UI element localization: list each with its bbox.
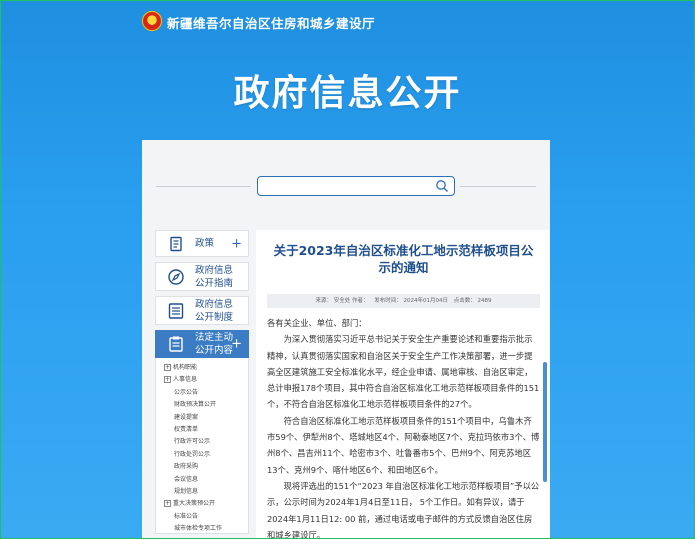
main-panel: 政策 + 政府信息 公开指南 政府信息 公开制度 法定主动 公开内容 + + 机构… xyxy=(142,140,550,539)
tree-item[interactable]: + 机构职能 xyxy=(164,362,248,374)
sidebar-item-guide[interactable]: 政府信息 公开指南 xyxy=(155,262,249,291)
compass-icon xyxy=(163,264,189,290)
divider-left xyxy=(156,186,251,187)
tree-item-label: 行政许可公示 xyxy=(174,438,211,446)
paragraph: 为深入贯彻落实习近平总书记关于安全生产重要论述和重要指示批示精神，认真贯彻落实国… xyxy=(267,334,540,410)
tree-item[interactable]: 权责清单 xyxy=(164,424,248,436)
tree-item[interactable]: 政府采购 xyxy=(164,461,248,473)
sidebar-item-label: 法定主动 公开内容 xyxy=(195,332,234,356)
expand-toggle-icon[interactable]: + xyxy=(164,364,171,371)
sidebar-item-active-disclosure[interactable]: 法定主动 公开内容 + xyxy=(155,330,249,358)
tree-item[interactable]: 标准公告 xyxy=(164,511,248,523)
sidebar-item-label: 政策 xyxy=(195,238,215,249)
list-doc-icon xyxy=(163,298,189,324)
tree-item-label: 重大决策预公开 xyxy=(173,500,216,508)
expand-toggle-icon[interactable]: + xyxy=(164,500,171,508)
tree-item[interactable]: + 人事信息 xyxy=(164,374,248,386)
document-icon xyxy=(163,231,189,257)
tree-item[interactable]: 财政预决算公开 xyxy=(164,399,248,411)
tree-item[interactable]: 规划信息 xyxy=(164,486,248,498)
search-strip xyxy=(142,140,550,220)
tree-item-label: 标准公告 xyxy=(174,512,199,520)
disclosure-tree: + 机构职能 + 人事信息 公示公告 财政预决算公开 建设提案 权责清单 行政许可公示 行政处罚公… xyxy=(155,358,249,534)
tree-item[interactable]: 行政处罚公示 xyxy=(164,449,248,461)
sidebar: 政策 + 政府信息 公开指南 政府信息 公开制度 法定主动 公开内容 + + 机构… xyxy=(155,230,249,534)
article-panel: 关于2023年自治区标准化工地示范样板项目公示的通知 来源： 安全处 作者： 发… xyxy=(256,230,550,539)
sidebar-item-label: 政府信息 公开指南 xyxy=(195,264,234,289)
expand-plus-icon[interactable]: + xyxy=(231,337,242,352)
meta-date: 发布时间： 2024年01月04日 xyxy=(374,298,448,304)
tree-item[interactable]: 公示公告 xyxy=(164,387,248,399)
tree-item[interactable]: 城市体检专项工作 xyxy=(164,523,248,533)
sidebar-item-system[interactable]: 政府信息 公开制度 xyxy=(155,296,249,325)
expand-toggle-icon[interactable]: + xyxy=(164,376,171,384)
salutation: 各有关企业、单位、部门： xyxy=(267,318,367,328)
tree-item-label: 城市体检专项工作 xyxy=(174,525,223,533)
tree-item-label: 财政预决算公开 xyxy=(174,401,217,409)
tree-item[interactable]: 会议信息 xyxy=(164,474,248,486)
search-icon[interactable] xyxy=(435,179,449,193)
article-title: 关于2023年自治区标准化工地示范样板项目公示的通知 xyxy=(273,243,534,275)
top-bar: 新疆维吾尔自治区住房和城乡建设厅 xyxy=(0,0,695,42)
tree-item[interactable]: + 重大决策预公开 xyxy=(164,498,248,510)
national-emblem-icon xyxy=(142,11,162,31)
article-body: 各有关企业、单位、部门： 为深入贯彻落实习近平总书记关于安全生产重要论述和重要指… xyxy=(267,315,540,539)
paragraph: 符合自治区标准化工地示范样板项目条件的151个项目中，乌鲁木齐市59个、伊犁州8… xyxy=(267,415,540,475)
tree-item-label: 人事信息 xyxy=(173,376,198,384)
article-meta: 来源： 安全处 作者： 发布时间： 2024年01月04日 点击数： 2489 xyxy=(267,294,540,308)
tree-item-label: 政府采购 xyxy=(174,463,199,471)
paragraph: 现将评选出的151个“2023 年自治区标准化工地示范样板项目”予以公示，公示时… xyxy=(267,480,540,539)
tree-item-label: 公示公告 xyxy=(174,388,199,396)
scrollbar[interactable] xyxy=(543,362,547,482)
clipboard-icon xyxy=(163,331,189,357)
meta-views: 点击数： 2489 xyxy=(453,298,492,304)
tree-item-label: 行政处罚公示 xyxy=(174,450,211,458)
sidebar-item-label: 政府信息 公开制度 xyxy=(195,298,234,323)
search-input[interactable] xyxy=(257,176,455,196)
tree-item[interactable]: 行政许可公示 xyxy=(164,436,248,448)
tree-item-label: 建设提案 xyxy=(174,413,199,421)
department-name[interactable]: 新疆维吾尔自治区住房和城乡建设厅 xyxy=(167,13,375,32)
divider-right xyxy=(460,186,536,187)
tree-item[interactable]: 建设提案 xyxy=(164,412,248,424)
tree-item-label: 权责清单 xyxy=(174,426,199,434)
tree-item-label: 规划信息 xyxy=(174,488,199,496)
sidebar-item-policy[interactable]: 政策 + xyxy=(155,230,249,257)
page-title: 政府信息公开 xyxy=(233,73,462,114)
tree-item-label: 会议信息 xyxy=(174,475,199,483)
meta-source: 来源： 安全处 作者： xyxy=(315,298,369,304)
tree-item-label: 机构职能 xyxy=(173,364,198,371)
expand-plus-icon[interactable]: + xyxy=(231,236,242,251)
